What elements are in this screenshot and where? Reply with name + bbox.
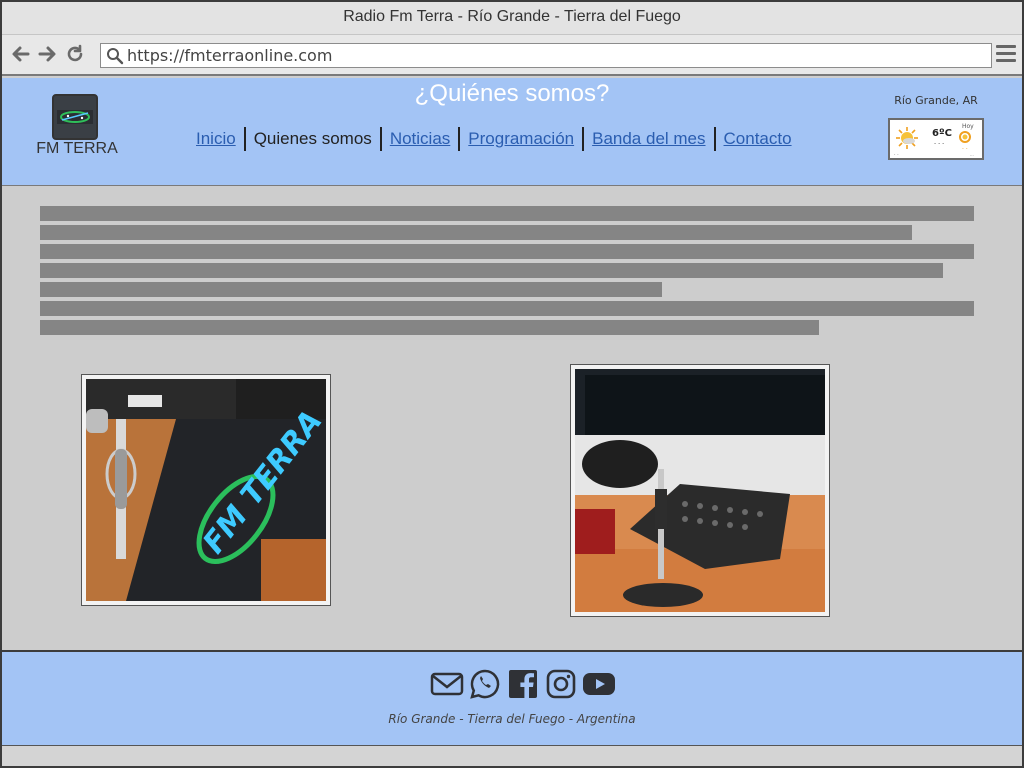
instagram-icon[interactable] <box>544 668 578 700</box>
main-content: FM TERRA <box>2 186 1022 652</box>
reload-icon[interactable] <box>64 43 86 65</box>
radio-logo-icon[interactable] <box>52 94 98 140</box>
weather-day: Hoy <box>962 123 974 130</box>
nav-link-banda-del-mes[interactable]: Banda del mes <box>584 129 713 149</box>
weather-brand: · · <box>894 152 899 158</box>
page-title: ¿Quiénes somos? <box>414 80 610 107</box>
browser-toolbar <box>2 34 1022 76</box>
weather-temperature: 6ºC <box>932 128 952 139</box>
about-text-placeholder <box>40 206 974 339</box>
window-title: Radio Fm Terra - Río Grande - Tierra del… <box>343 8 681 25</box>
studio-photo-2 <box>570 364 830 617</box>
main-navigation: Inicio Quienes somos Noticias Programaci… <box>196 126 800 152</box>
text-line-placeholder <box>40 225 912 240</box>
text-line-placeholder <box>40 320 819 335</box>
browser-bottom-strip <box>2 746 1022 766</box>
weather-widget[interactable]: 6ºC - - - Hoy · · · · ··· <box>888 118 984 160</box>
text-line-placeholder <box>40 244 974 259</box>
sun-icon <box>896 127 918 149</box>
text-line-placeholder <box>40 301 974 316</box>
weather-forecast-detail: · · <box>962 146 968 153</box>
nav-link-programacion[interactable]: Programación <box>460 129 582 149</box>
weather-more: ··· <box>970 153 974 158</box>
studio-microphone-logo-photo: FM TERRA <box>86 379 326 601</box>
address-bar[interactable] <box>100 43 992 68</box>
text-line-placeholder <box>40 206 974 221</box>
search-icon <box>107 48 124 65</box>
youtube-icon[interactable] <box>582 668 616 700</box>
footer-location: Río Grande - Tierra del Fuego - Argentin… <box>388 712 636 726</box>
hamburger-menu-icon[interactable] <box>996 45 1016 65</box>
forward-arrow-icon[interactable] <box>36 43 58 65</box>
nav-link-inicio[interactable]: Inicio <box>196 129 244 149</box>
nav-link-contacto[interactable]: Contacto <box>716 129 800 149</box>
facebook-icon[interactable] <box>506 668 540 700</box>
mixer-console-photo <box>575 369 825 612</box>
sun-small-icon <box>959 131 971 143</box>
weather-location: Río Grande, AR <box>894 94 978 107</box>
site-footer: Río Grande - Tierra del Fuego - Argentin… <box>2 652 1022 746</box>
text-line-placeholder <box>40 282 662 297</box>
whatsapp-icon[interactable] <box>468 668 502 700</box>
window-title-bar: Radio Fm Terra - Río Grande - Tierra del… <box>2 2 1022 34</box>
text-line-placeholder <box>40 263 943 278</box>
site-name: FM TERRA <box>36 140 118 157</box>
studio-photo-1: FM TERRA <box>81 374 331 606</box>
site-header: FM TERRA ¿Quiénes somos? Inicio Quienes … <box>2 78 1022 186</box>
nav-link-noticias[interactable]: Noticias <box>382 129 458 149</box>
nav-link-quienes-somos[interactable]: Quienes somos <box>246 129 380 149</box>
url-input[interactable] <box>127 45 977 66</box>
weather-detail: - - - <box>934 140 945 147</box>
back-arrow-icon[interactable] <box>10 43 32 65</box>
social-links <box>430 668 616 700</box>
browser-window: Radio Fm Terra - Río Grande - Tierra del… <box>0 0 1024 768</box>
email-icon[interactable] <box>430 668 464 700</box>
